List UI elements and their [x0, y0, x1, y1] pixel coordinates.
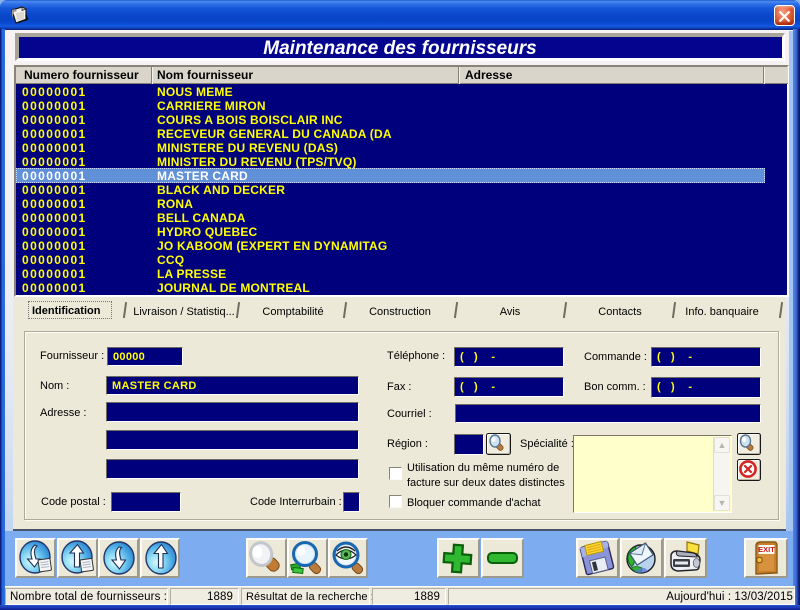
svg-text:EXIT: EXIT [758, 545, 775, 554]
